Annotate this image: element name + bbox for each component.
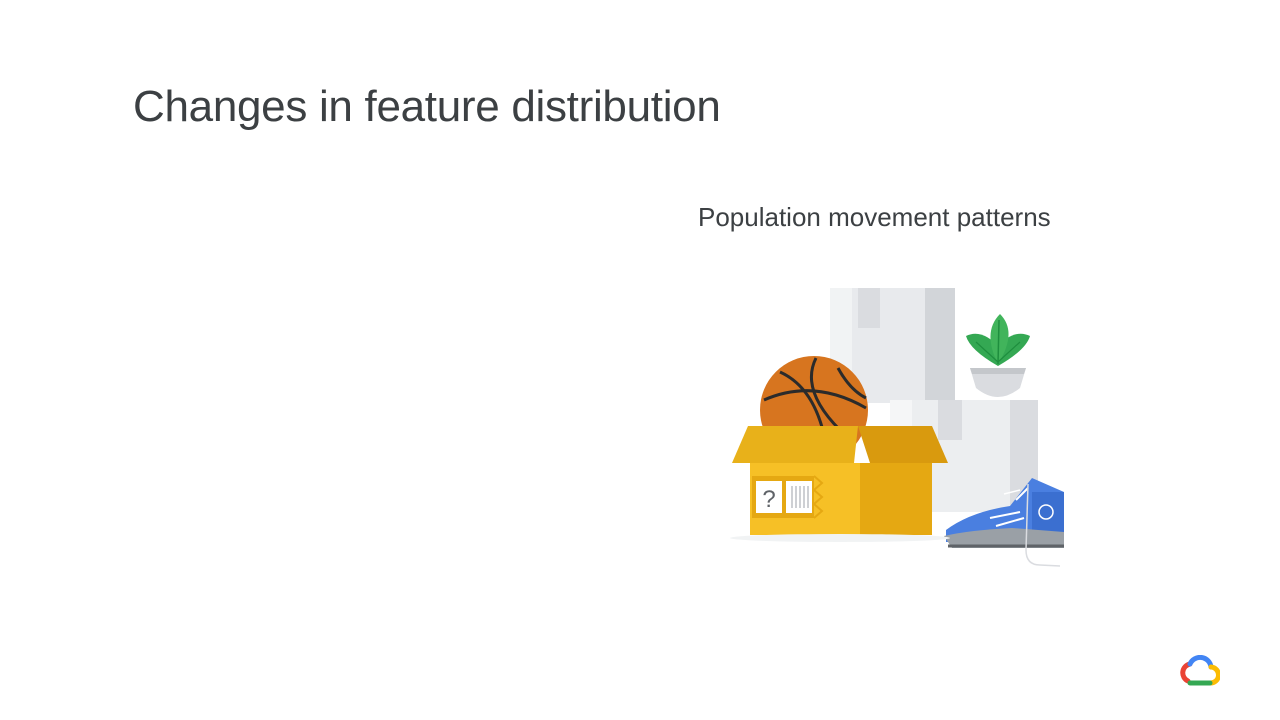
slide-title: Changes in feature distribution [133,82,721,131]
google-cloud-logo [1180,655,1220,686]
subtitle: Population movement patterns [698,202,1051,232]
plant-icon [966,314,1030,397]
cardboard-box-icon: ? [732,426,948,535]
moving-boxes-illustration: ? [730,288,1064,567]
box-label-mark: ? [762,486,775,513]
